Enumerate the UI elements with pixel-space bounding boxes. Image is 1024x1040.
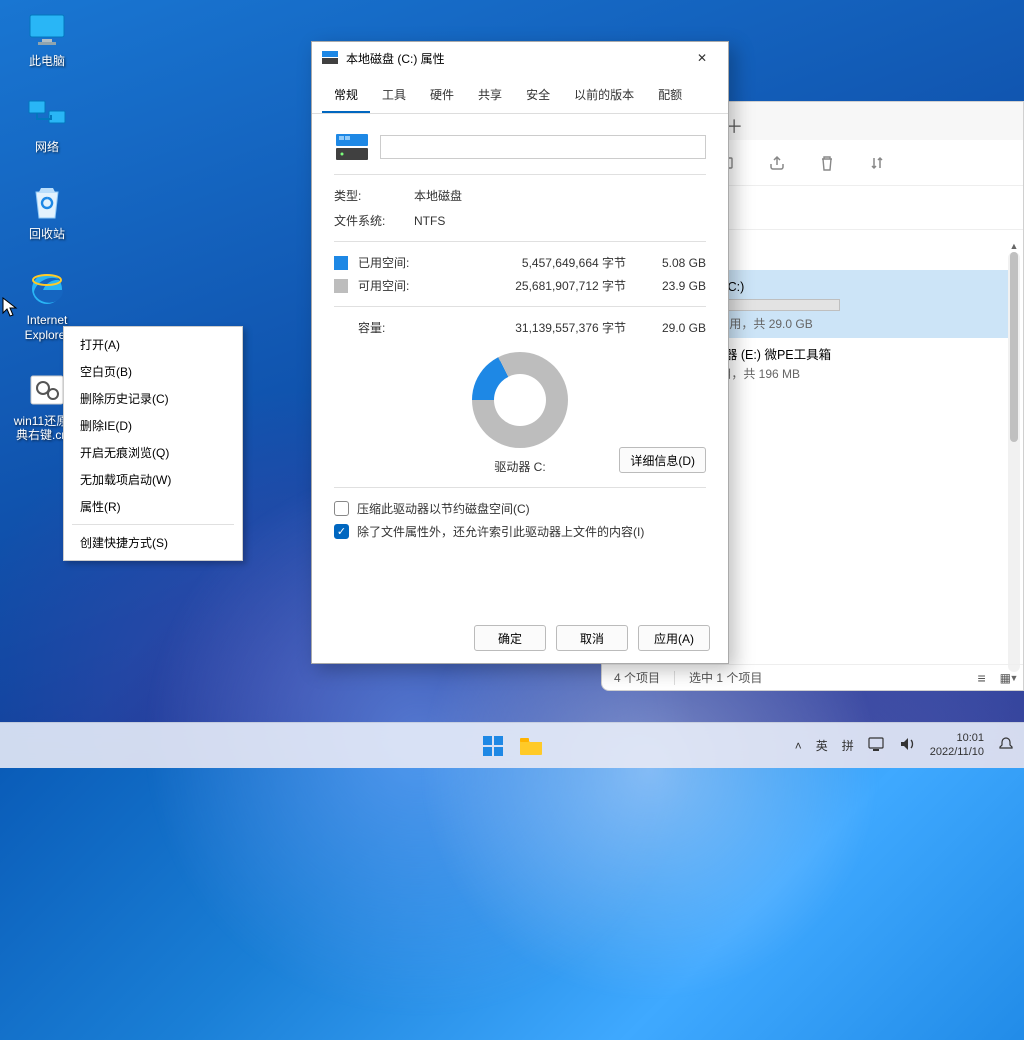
value-type: 本地磁盘 [414,187,462,204]
gears-icon [27,370,67,410]
desktop-icon-network[interactable]: 网络 [10,96,84,154]
network-tray-icon[interactable] [868,737,886,754]
tab-tools[interactable]: 工具 [370,78,418,113]
delete-icon[interactable] [816,152,838,174]
value-capacity-gb: 29.0 GB [636,321,706,335]
drive-properties-dialog: 本地磁盘 (C:) 属性 ✕ 常规 工具 硬件 共享 安全 以前的版本 配额 类… [311,41,729,664]
explorer-status-bar: 4 个项目 选中 1 个项目 ≡ ▦ [602,664,1023,690]
compress-label: 压缩此驱动器以节约磁盘空间(C) [357,500,530,517]
properties-tabs: 常规 工具 硬件 共享 安全 以前的版本 配额 [312,78,728,114]
tray-overflow-icon[interactable]: ˄ [795,739,802,753]
icon-label: 网络 [35,140,59,154]
tab-security[interactable]: 安全 [514,78,562,113]
start-button[interactable] [479,732,507,760]
notifications-tray-icon[interactable] [998,736,1014,755]
volume-tray-icon[interactable] [900,737,916,754]
view-details-icon[interactable]: ≡ [977,670,985,686]
ie-icon [27,269,67,309]
value-free-bytes: 25,681,907,712 字节 [432,277,626,294]
checkbox-unchecked-icon[interactable] [334,501,349,516]
mouse-cursor-icon [2,297,18,319]
file-explorer-taskbar-icon[interactable] [517,732,545,760]
pie-label: 驱动器 C: [494,458,545,475]
tab-sharing[interactable]: 共享 [466,78,514,113]
share-icon[interactable] [766,152,788,174]
label-type: 类型: [334,187,404,204]
close-button[interactable]: ✕ [680,44,724,72]
scroll-up-icon[interactable]: ▲ [1008,240,1020,252]
menu-blank-page[interactable]: 空白页(B) [64,358,242,385]
tray-clock[interactable]: 10:01 2022/11/10 [930,732,984,758]
scrollbar[interactable]: ▲ ▼ [1008,252,1020,672]
tab-hardware[interactable]: 硬件 [418,78,466,113]
monitor-icon [27,10,67,50]
desktop-icon-this-pc[interactable]: 此电脑 [10,10,84,68]
index-label: 除了文件属性外，还允许索引此驱动器上文件的内容(I) [357,523,644,540]
clock-time: 10:01 [930,732,984,745]
value-used-bytes: 5,457,649,664 字节 [432,254,626,271]
scrollbar-thumb[interactable] [1010,252,1018,442]
menu-separator [72,524,234,525]
label-filesystem: 文件系统: [334,212,404,229]
dialog-title: 本地磁盘 (C:) 属性 [346,50,445,67]
menu-open[interactable]: 打开(A) [64,331,242,358]
tab-quota[interactable]: 配额 [646,78,694,113]
menu-no-addons[interactable]: 无加载项启动(W) [64,466,242,493]
value-capacity-bytes: 31,139,557,376 字节 [432,319,626,336]
menu-inprivate[interactable]: 开启无痕浏览(Q) [64,439,242,466]
icon-label: 此电脑 [29,54,65,68]
drive-icon [334,132,370,162]
clock-date: 2022/11/10 [930,746,984,759]
cancel-button[interactable]: 取消 [556,625,628,651]
label-capacity: 容量: [358,319,422,336]
dialog-button-row: 确定 取消 应用(A) [312,613,728,663]
tab-general[interactable]: 常规 [322,78,370,113]
tab-previous-versions[interactable]: 以前的版本 [562,78,646,113]
index-checkbox-row[interactable]: ✓ 除了文件属性外，还允许索引此驱动器上文件的内容(I) [334,523,706,540]
taskbar: ˄ 英 拼 10:01 2022/11/10 [0,722,1024,768]
used-swatch [334,256,348,270]
view-grid-icon[interactable]: ▦ [1000,671,1011,685]
network-icon [27,96,67,136]
status-item-count: 4 个项目 [614,669,660,686]
checkbox-checked-icon[interactable]: ✓ [334,524,349,539]
disk-cleanup-button[interactable]: 详细信息(D) [619,447,706,473]
drive-icon [322,51,338,65]
desktop-icon-recycle-bin[interactable]: 回收站 [10,183,84,241]
ime-mode[interactable]: 拼 [842,737,854,754]
menu-properties[interactable]: 属性(R) [64,493,242,520]
value-free-gb: 23.9 GB [636,279,706,293]
dialog-titlebar[interactable]: 本地磁盘 (C:) 属性 ✕ [312,42,728,74]
status-selected-count: 选中 1 个项目 [689,669,762,686]
ok-button[interactable]: 确定 [474,625,546,651]
sort-icon[interactable] [866,152,888,174]
value-used-gb: 5.08 GB [636,256,706,270]
menu-delete-ie[interactable]: 删除IE(D) [64,412,242,439]
drive-label-input[interactable] [380,135,706,159]
ime-language[interactable]: 英 [816,737,828,754]
label-used: 已用空间: [358,254,422,271]
usage-pie-chart [472,352,568,448]
system-tray: ˄ 英 拼 10:01 2022/11/10 [795,732,1014,758]
properties-content: 类型: 本地磁盘 文件系统: NTFS 已用空间: 5,457,649,664 字节 5… [312,114,728,613]
value-filesystem: NTFS [414,214,445,228]
label-free: 可用空间: [358,277,422,294]
ie-context-menu: 打开(A) 空白页(B) 删除历史记录(C) 删除IE(D) 开启无痕浏览(Q)… [63,326,243,561]
free-swatch [334,279,348,293]
menu-create-shortcut[interactable]: 创建快捷方式(S) [64,529,242,556]
recycle-bin-icon [27,183,67,223]
compress-checkbox-row[interactable]: 压缩此驱动器以节约磁盘空间(C) [334,500,706,517]
menu-delete-history[interactable]: 删除历史记录(C) [64,385,242,412]
apply-button[interactable]: 应用(A) [638,625,710,651]
icon-label: 回收站 [29,227,65,241]
